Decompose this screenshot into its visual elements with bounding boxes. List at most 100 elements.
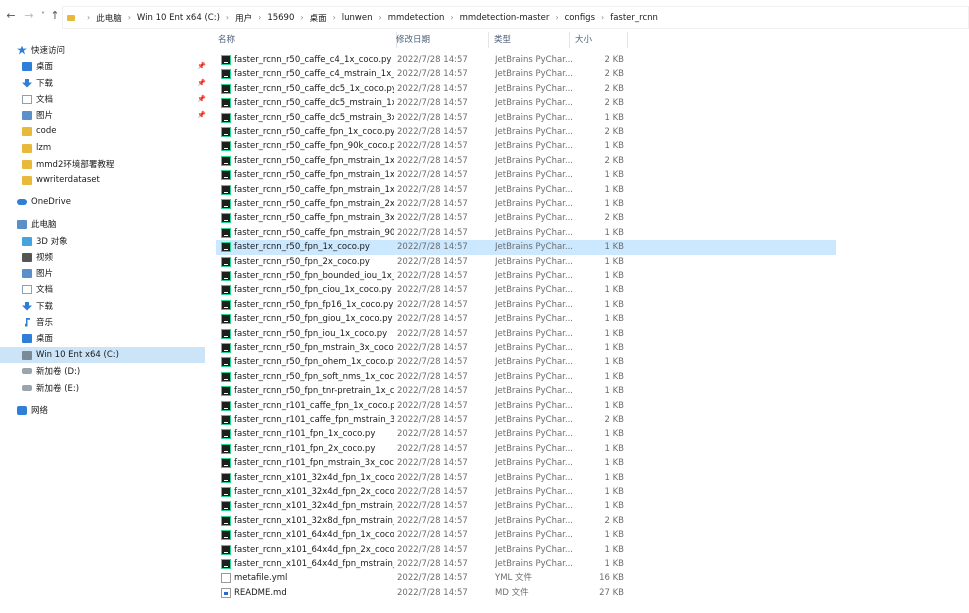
breadcrumb-item[interactable]: mmdetection-master (460, 13, 550, 23)
nav-quick-item[interactable]: 下载 📌 (0, 75, 206, 91)
file-date: 2022/7/28 14:57 (397, 112, 468, 123)
nav-pc-item[interactable]: 音乐 (0, 314, 205, 330)
nav-this-pc[interactable]: 此电脑 (0, 216, 205, 232)
file-row[interactable]: faster_rcnn_r101_fpn_mstrain_3x_coc... 20… (216, 456, 836, 470)
column-header-size[interactable]: 大小 (570, 32, 628, 48)
file-row[interactable]: faster_rcnn_x101_64x4d_fpn_2x_coco... 202… (216, 543, 836, 557)
file-row[interactable]: README.md 2022/7/28 14:57 MD 文件 27 KB (216, 586, 836, 600)
file-row[interactable]: faster_rcnn_r50_caffe_fpn_mstrain_2x_...… (216, 197, 836, 211)
file-row[interactable]: faster_rcnn_r50_caffe_c4_mstrain_1x_c...… (216, 67, 836, 81)
file-row[interactable]: faster_rcnn_r50_fpn_fp16_1x_coco.py 2022/… (216, 298, 836, 312)
file-date: 2022/7/28 14:57 (397, 141, 468, 152)
file-row[interactable]: faster_rcnn_r101_caffe_fpn_1x_coco.py 202… (216, 399, 836, 413)
breadcrumb-item[interactable]: 用户 (235, 12, 252, 24)
file-row[interactable]: faster_rcnn_r50_caffe_dc5_mstrain_1x... 2… (216, 96, 836, 110)
column-header-name[interactable]: 名称 (213, 32, 397, 48)
file-row[interactable]: faster_rcnn_r50_caffe_fpn_90k_coco.py 202… (216, 139, 836, 153)
file-row[interactable]: faster_rcnn_r50_fpn_iou_1x_coco.py 2022/7… (216, 327, 836, 341)
nav-label: 视频 (36, 253, 54, 263)
nav-quick-item[interactable]: mmd2环境部署教程 (0, 156, 205, 172)
file-row[interactable]: faster_rcnn_r50_fpn_mstrain_3x_coco... 20… (216, 341, 836, 355)
file-size: 1 KB (604, 501, 624, 512)
file-row[interactable]: faster_rcnn_x101_32x4d_fpn_1x_coco... 202… (216, 471, 836, 485)
nav-quick-item[interactable]: lzm (0, 140, 205, 156)
file-date: 2022/7/28 14:57 (397, 170, 468, 181)
file-row[interactable]: faster_rcnn_r50_fpn_soft_nms_1x_coc... 20… (216, 370, 836, 384)
file-row[interactable]: faster_rcnn_r50_caffe_fpn_mstrain_90... 2… (216, 226, 836, 240)
file-row[interactable]: faster_rcnn_r50_caffe_dc5_mstrain_3x... 2… (216, 111, 836, 125)
nav-pc-item[interactable]: 下载 (0, 298, 205, 314)
breadcrumb-item[interactable]: mmdetection (388, 13, 445, 23)
pycharm-file-icon (221, 242, 231, 253)
file-row[interactable]: faster_rcnn_r50_caffe_dc5_1x_coco.py 2022… (216, 82, 836, 96)
pycharm-file-icon (221, 559, 231, 569)
file-row[interactable]: faster_rcnn_x101_64x4d_fpn_mstrain_... 20… (216, 557, 836, 571)
file-name: faster_rcnn_r50_caffe_dc5_mstrain_3x... (234, 112, 394, 123)
nav-quick-item[interactable]: 桌面 📌 (0, 58, 206, 74)
nav-quick-item[interactable]: code (0, 123, 205, 139)
nav-network[interactable]: 网络 (0, 402, 205, 418)
up-arrow-icon[interactable]: ↑ (48, 8, 62, 24)
nav-pc-item[interactable]: 桌面 (0, 330, 205, 346)
nav-quick-access[interactable]: 快速访问 (0, 42, 205, 58)
file-row[interactable]: faster_rcnn_r101_caffe_fpn_mstrain_3... 2… (216, 413, 836, 427)
nav-quick-item[interactable]: 文档 📌 (0, 91, 206, 107)
file-row[interactable]: faster_rcnn_r101_fpn_1x_coco.py 2022/7/28… (216, 427, 836, 441)
breadcrumb-item[interactable]: 桌面 (310, 12, 327, 24)
file-type: JetBrains PyChar... (495, 242, 573, 253)
file-row[interactable]: faster_rcnn_r50_fpn_1x_coco.py 2022/7/28 … (216, 240, 836, 255)
file-row[interactable]: faster_rcnn_r50_caffe_fpn_mstrain_1x_...… (216, 168, 836, 182)
file-name: faster_rcnn_r101_fpn_2x_coco.py (234, 443, 376, 454)
nav-onedrive[interactable]: OneDrive (0, 194, 205, 210)
file-row[interactable]: faster_rcnn_r50_caffe_fpn_mstrain_3x_...… (216, 211, 836, 225)
file-row[interactable]: faster_rcnn_x101_64x4d_fpn_1x_coco... 202… (216, 528, 836, 542)
nav-pc-item[interactable]: 图片 (0, 265, 205, 281)
pycharm-file-icon (221, 515, 231, 526)
file-row[interactable]: faster_rcnn_r50_caffe_fpn_1x_coco.py 2022… (216, 125, 836, 139)
pycharm-file-icon (221, 415, 231, 425)
breadcrumb-item[interactable]: 此电脑 (96, 12, 122, 24)
file-size: 2 KB (604, 155, 624, 166)
file-row[interactable]: faster_rcnn_r50_caffe_fpn_mstrain_1x_...… (216, 154, 836, 168)
nav-pc-item[interactable]: 新加卷 (D:) (0, 363, 205, 379)
file-row[interactable]: faster_rcnn_r50_caffe_fpn_mstrain_1x_...… (216, 183, 836, 197)
forward-arrow-icon[interactable]: → (22, 8, 36, 24)
nav-pc-item[interactable]: Win 10 Ent x64 (C:) (0, 347, 205, 363)
file-row[interactable]: faster_rcnn_r50_fpn_ciou_1x_coco.py 2022/… (216, 283, 836, 297)
nav-quick-item[interactable]: wwriterdataset (0, 172, 205, 188)
breadcrumb-chevron-icon: › (332, 13, 336, 22)
breadcrumb-item[interactable]: faster_rcnn (610, 13, 658, 23)
folder-icon (22, 175, 32, 185)
file-row[interactable]: faster_rcnn_x101_32x8d_fpn_mstrain_... 20… (216, 514, 836, 528)
nav-pc-item[interactable]: 视频 (0, 249, 205, 265)
file-row[interactable]: faster_rcnn_r50_caffe_c4_1x_coco.py 2022/… (216, 53, 836, 67)
breadcrumb-item[interactable]: configs (565, 13, 595, 23)
file-row[interactable]: faster_rcnn_r50_fpn_ohem_1x_coco.py 2022/… (216, 355, 836, 369)
breadcrumb-chevron-icon: › (225, 13, 230, 22)
file-row[interactable]: faster_rcnn_r101_fpn_2x_coco.py 2022/7/28… (216, 442, 836, 456)
network-icon (17, 405, 27, 415)
nav-pc-item[interactable]: 新加卷 (E:) (0, 380, 205, 396)
file-row[interactable]: faster_rcnn_x101_32x4d_fpn_mstrain_... 20… (216, 499, 836, 513)
breadcrumb-item[interactable]: Win 10 Ent x64 (C:) (137, 13, 220, 23)
file-row[interactable]: faster_rcnn_r50_fpn_tnr-pretrain_1x_c...… (216, 384, 836, 398)
file-row[interactable]: faster_rcnn_r50_fpn_2x_coco.py 2022/7/28 … (216, 255, 836, 269)
breadcrumb-chevron-icon: › (127, 13, 131, 22)
nav-label: 图片 (36, 269, 54, 279)
column-header-date[interactable]: 修改日期 (391, 32, 489, 48)
file-row[interactable]: faster_rcnn_x101_32x4d_fpn_2x_coco... 202… (216, 485, 836, 499)
nav-pc-item[interactable]: 文档 (0, 281, 205, 297)
column-header-type[interactable]: 类型 (489, 32, 570, 48)
nav-pc-item[interactable]: 3D 对象 (0, 233, 205, 249)
pycharm-file-icon (221, 112, 231, 123)
nav-quick-item[interactable]: 图片 📌 (0, 107, 206, 123)
file-row[interactable]: faster_rcnn_r50_fpn_giou_1x_coco.py 2022/… (216, 312, 836, 326)
file-row[interactable]: metafile.yml 2022/7/28 14:57 YML 文件 16 KB (216, 571, 836, 585)
address-bar[interactable]: › 此电脑 › Win 10 Ent x64 (C:) › 用户 › 15690 › 桌面 › lun… (62, 6, 969, 29)
file-name: faster_rcnn_x101_32x4d_fpn_1x_coco... (234, 472, 394, 483)
breadcrumb-item[interactable]: lunwen (342, 13, 373, 23)
back-arrow-icon[interactable]: ← (4, 8, 18, 24)
breadcrumb-item[interactable]: 15690 (267, 13, 294, 23)
file-row[interactable]: faster_rcnn_r50_fpn_bounded_iou_1x_... 20… (216, 269, 836, 283)
file-date: 2022/7/28 14:57 (397, 343, 468, 353)
